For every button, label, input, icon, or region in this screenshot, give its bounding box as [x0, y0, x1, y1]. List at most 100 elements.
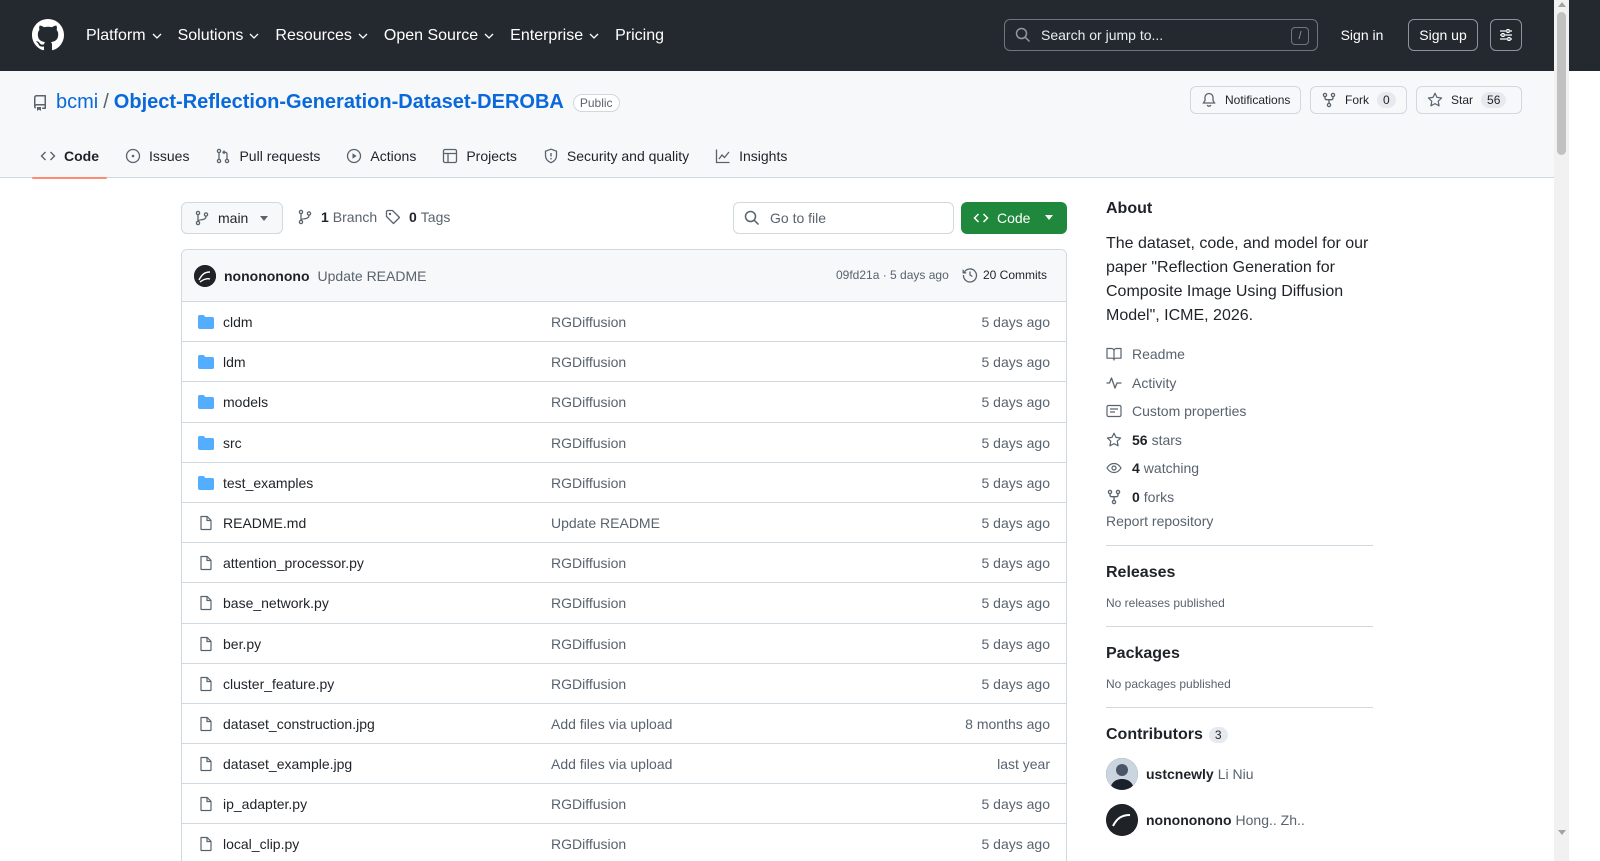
file-row[interactable]: ber.py RGDiffusion 5 days ago — [182, 624, 1066, 664]
activity-link[interactable]: Activity — [1106, 369, 1373, 398]
commit-hash-time[interactable]: 09fd21a · 5 days ago — [836, 268, 949, 282]
nav-pricing[interactable]: Pricing — [615, 27, 664, 45]
repo-owner-link[interactable]: bcmi — [56, 91, 98, 114]
file-name-link[interactable]: cluster_feature.py — [223, 676, 334, 692]
repo-name-link[interactable]: Object-Reflection-Generation-Dataset-DER… — [114, 91, 564, 114]
sign-up-button[interactable]: Sign up — [1408, 19, 1478, 51]
code-dropdown-button[interactable]: Code — [961, 202, 1067, 234]
file-commit-message-link[interactable]: RGDiffusion — [551, 595, 626, 611]
scroll-down-arrow-icon[interactable] — [1558, 830, 1566, 835]
readme-link[interactable]: Readme — [1106, 340, 1373, 369]
nav-platform[interactable]: Platform — [86, 27, 162, 45]
file-commit-message-link[interactable]: RGDiffusion — [551, 354, 626, 370]
file-row[interactable]: cluster_feature.py RGDiffusion 5 days ago — [182, 664, 1066, 704]
commits-count-label: 20 Commits — [983, 268, 1048, 282]
branches-link[interactable]: 1 Branch — [297, 209, 377, 225]
fork-icon — [1107, 489, 1121, 504]
file-commit-message-link[interactable]: RGDiffusion — [551, 836, 626, 852]
contributor-item[interactable]: ustcnewly Li Niu — [1106, 758, 1373, 790]
commit-message[interactable]: Update README — [318, 268, 427, 284]
file-commit-message-link[interactable]: RGDiffusion — [551, 636, 626, 652]
file-row[interactable]: attention_processor.py RGDiffusion 5 days … — [182, 543, 1066, 584]
packages-heading[interactable]: Packages — [1106, 645, 1373, 663]
file-row[interactable]: ldm RGDiffusion 5 days ago — [182, 342, 1066, 383]
file-commit-message-link[interactable]: Update README — [551, 515, 660, 531]
file-row[interactable]: base_network.py RGDiffusion 5 days ago — [182, 583, 1066, 624]
file-commit-message-link[interactable]: RGDiffusion — [551, 475, 626, 491]
star-button[interactable]: Star 56 — [1416, 86, 1522, 114]
branch-select-button[interactable]: main — [181, 202, 283, 234]
go-to-file-input[interactable]: Go to file — [733, 202, 954, 234]
file-row[interactable]: local_clip.py RGDiffusion 5 days ago — [182, 824, 1066, 861]
file-commit-message-link[interactable]: Add files via upload — [551, 756, 672, 772]
file-commit-message-link[interactable]: RGDiffusion — [551, 314, 626, 330]
nav-solutions[interactable]: Solutions — [178, 27, 260, 45]
forks-link[interactable]: 0 forks — [1106, 483, 1373, 512]
file-row[interactable]: README.md Update README 5 days ago — [182, 503, 1066, 544]
file-name-link[interactable]: ber.py — [223, 636, 261, 652]
tab-projects[interactable]: Projects — [434, 134, 525, 178]
notifications-button[interactable]: Notifications — [1190, 86, 1302, 114]
file-commit-message-link[interactable]: RGDiffusion — [551, 555, 626, 571]
nav-open-source[interactable]: Open Source — [384, 27, 494, 45]
page-scrollbar[interactable] — [1554, 0, 1569, 861]
global-search-input[interactable]: Search or jump to... / — [1004, 19, 1318, 51]
github-logo-icon[interactable] — [32, 19, 64, 51]
menu-toggle-button[interactable] — [1490, 19, 1522, 51]
file-commit-message-link[interactable]: RGDiffusion — [551, 676, 626, 692]
file-commit-message-link[interactable]: RGDiffusion — [551, 796, 626, 812]
file-row[interactable]: ip_adapter.py RGDiffusion 5 days ago — [182, 784, 1066, 825]
file-name-link[interactable]: README.md — [223, 515, 306, 531]
nav-resources[interactable]: Resources — [275, 27, 368, 45]
file-row[interactable]: models RGDiffusion 5 days ago — [182, 382, 1066, 423]
file-name-link[interactable]: dataset_construction.jpg — [223, 716, 375, 732]
avatar[interactable] — [1106, 804, 1138, 836]
custom-properties-link[interactable]: Custom properties — [1106, 397, 1373, 426]
file-row[interactable]: dataset_construction.jpg Add files via up… — [182, 704, 1066, 745]
releases-heading[interactable]: Releases — [1106, 564, 1373, 582]
tab-code[interactable]: Code — [32, 134, 107, 179]
file-name-link[interactable]: src — [223, 435, 242, 451]
file-commit-message-link[interactable]: RGDiffusion — [551, 435, 626, 451]
scroll-up-arrow-icon[interactable] — [1558, 2, 1566, 7]
report-repository-link[interactable]: Report repository — [1106, 513, 1373, 529]
scrollbar-thumb[interactable] — [1557, 12, 1566, 155]
tab-pull-requests[interactable]: Pull requests — [207, 134, 328, 178]
contributors-heading[interactable]: Contributors — [1106, 726, 1203, 744]
file-name-link[interactable]: base_network.py — [223, 595, 329, 611]
tab-issues[interactable]: Issues — [117, 134, 197, 178]
file-commit-message-link[interactable]: Add files via upload — [551, 716, 672, 732]
file-commit-message-link[interactable]: RGDiffusion — [551, 394, 626, 410]
file-row[interactable]: src RGDiffusion 5 days ago — [182, 423, 1066, 463]
file-row[interactable]: dataset_example.jpg Add files via upload l… — [182, 744, 1066, 785]
avatar[interactable] — [1106, 758, 1138, 790]
avatar[interactable] — [194, 264, 216, 287]
file-name-link[interactable]: dataset_example.jpg — [223, 756, 352, 772]
contributor-name: Li Niu — [1217, 766, 1254, 782]
watching-link[interactable]: 4 watching — [1106, 454, 1373, 483]
file-icon — [198, 836, 214, 852]
tab-insights[interactable]: Insights — [707, 134, 795, 178]
file-name-link[interactable]: models — [223, 394, 268, 410]
file-row[interactable]: test_examples RGDiffusion 5 days ago — [182, 463, 1066, 503]
nav-enterprise[interactable]: Enterprise — [510, 27, 599, 45]
file-name-link[interactable]: local_clip.py — [223, 836, 299, 852]
file-name-link[interactable]: test_examples — [223, 475, 313, 491]
repo-path-separator: / — [103, 91, 109, 113]
file-name-link[interactable]: attention_processor.py — [223, 555, 364, 571]
stars-link[interactable]: 56 stars — [1106, 426, 1373, 455]
file-name-link[interactable]: ip_adapter.py — [223, 796, 307, 812]
sign-in-link[interactable]: Sign in — [1327, 19, 1397, 51]
fork-button[interactable]: Fork 0 — [1310, 86, 1407, 114]
chevron-down-icon — [152, 33, 162, 39]
file-name-link[interactable]: ldm — [223, 354, 246, 370]
commits-history-link[interactable]: 20 Commits — [962, 267, 1047, 283]
file-row[interactable]: cldm RGDiffusion 5 days ago — [182, 302, 1066, 343]
tab-security[interactable]: Security and quality — [535, 134, 697, 178]
tags-link[interactable]: 0 Tags — [385, 209, 450, 225]
commit-author[interactable]: nonononono — [224, 268, 310, 284]
file-name-link[interactable]: cldm — [223, 314, 253, 330]
file-commit-date: 5 days ago — [981, 474, 1051, 491]
contributor-item[interactable]: nonononono Hong.. Zh.. — [1106, 804, 1373, 836]
tab-actions[interactable]: Actions — [338, 134, 424, 178]
